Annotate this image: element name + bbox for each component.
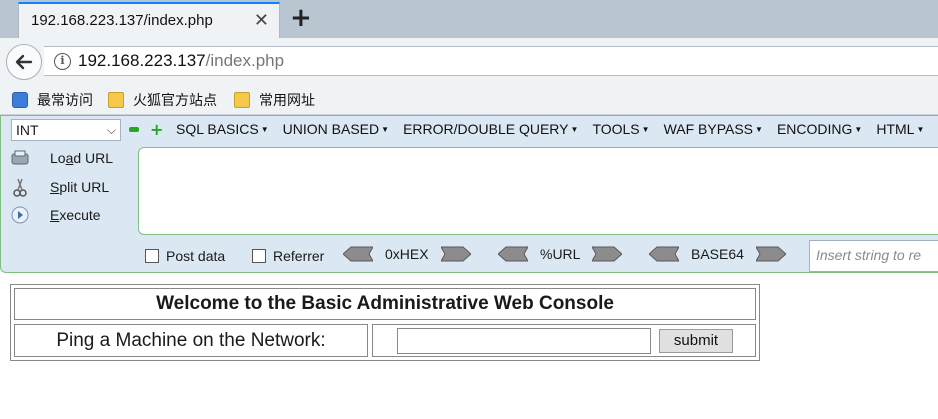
console-table: Welcome to the Basic Administrative Web … <box>10 284 760 361</box>
hex-encoder: 0xHEX <box>343 246 471 262</box>
menu-label: ERROR/DOUBLE QUERY <box>403 121 569 137</box>
dropdown-arrow-icon: ▼ <box>916 125 925 134</box>
bookmark-most-visited[interactable]: 最常访问 <box>12 90 93 110</box>
site-info-icon[interactable]: i <box>54 53 71 70</box>
bookmark-firefox-official[interactable]: 火狐官方站点 <box>108 90 217 110</box>
url-host: 192.168.223.137 <box>78 51 206 70</box>
ping-label: Ping a Machine on the Network: <box>14 324 368 357</box>
checkbox-box[interactable] <box>145 249 159 263</box>
base64-label: BASE64 <box>691 246 744 262</box>
tab-strip: 192.168.223.137/index.php ✕ + <box>0 0 938 38</box>
menu-html[interactable]: HTML ▼ <box>876 121 924 137</box>
label-part: d URL <box>73 150 114 166</box>
hex-encode-arrow-icon[interactable] <box>440 246 471 262</box>
back-button[interactable] <box>6 44 42 80</box>
tab-title: 192.168.223.137/index.php <box>31 12 213 29</box>
label-accesskey: E <box>50 207 60 223</box>
menu-label: HTML <box>876 121 915 137</box>
chevron-down-icon: ⌵ <box>106 123 116 137</box>
increase-icon[interactable]: + <box>150 122 163 138</box>
select-value: INT <box>16 122 39 138</box>
dropdown-arrow-icon: ▼ <box>381 125 390 134</box>
dropdown-arrow-icon: ▼ <box>570 125 579 134</box>
nav-bar: i 192.168.223.137/index.php <box>0 38 938 84</box>
hex-decode-arrow-icon[interactable] <box>343 246 373 262</box>
load-url-button[interactable]: Load URL <box>11 147 131 169</box>
folder-icon <box>234 92 250 108</box>
submit-button[interactable]: submit <box>659 329 733 353</box>
page-title: Welcome to the Basic Administrative Web … <box>14 288 756 320</box>
hex-label: 0xHEX <box>385 246 429 262</box>
label-part: xecute <box>59 207 101 223</box>
checkbox-box[interactable] <box>252 249 266 263</box>
menu-label: ENCODING <box>776 121 853 137</box>
url-decode-arrow-icon[interactable] <box>498 246 528 262</box>
url-bar[interactable]: i 192.168.223.137/index.php <box>44 46 938 76</box>
execute-button[interactable]: Execute <box>11 204 131 226</box>
execute-label: Execute <box>50 207 101 223</box>
close-tab-icon[interactable]: ✕ <box>254 10 269 31</box>
scissors-icon <box>11 178 29 197</box>
hackbar-options-row: Post data Referrer 0xHEX %URL BASE64 Ins… <box>1 240 938 272</box>
split-url-button[interactable]: Split URL <box>11 176 131 198</box>
bookmark-label: 火狐官方站点 <box>133 93 217 109</box>
dropdown-arrow-icon: ▼ <box>260 125 269 134</box>
bookmark-label: 最常访问 <box>37 93 93 109</box>
split-url-label: Split URL <box>50 179 109 195</box>
menu-label: TOOLS <box>592 121 640 137</box>
browser-tab[interactable]: 192.168.223.137/index.php ✕ <box>18 2 280 38</box>
hackbar-menu: SQL BASICS ▼ UNION BASED ▼ ERROR/DOUBLE QU… <box>176 121 924 137</box>
url-text: 192.168.223.137/index.php <box>78 51 284 71</box>
url-encode-label: %URL <box>540 246 581 262</box>
bookmark-common-sites[interactable]: 常用网址 <box>234 90 315 110</box>
decrease-icon[interactable] <box>129 127 139 132</box>
post-data-checkbox[interactable]: Post data <box>145 248 225 264</box>
menu-sql-basics[interactable]: SQL BASICS ▼ <box>176 121 269 137</box>
dropdown-arrow-icon: ▼ <box>755 125 763 134</box>
post-data-label: Post data <box>166 248 226 264</box>
most-visited-icon <box>12 92 28 108</box>
injection-type-select[interactable]: INT ⌵ <box>11 119 121 141</box>
bookmarks-bar: 最常访问 火狐官方站点 常用网址 <box>0 84 938 115</box>
menu-tools[interactable]: TOOLS ▼ <box>592 121 649 137</box>
folder-icon <box>108 92 124 108</box>
label-part: Lo <box>50 150 66 166</box>
insert-string-input[interactable]: Insert string to re <box>809 240 938 272</box>
load-url-label: Load URL <box>50 150 113 166</box>
ping-address-input[interactable] <box>397 328 651 354</box>
menu-union-based[interactable]: UNION BASED ▼ <box>283 121 389 137</box>
menu-error-double-query[interactable]: ERROR/DOUBLE QUERY ▼ <box>403 121 578 137</box>
label-accesskey: S <box>50 179 60 195</box>
menu-label: WAF BYPASS <box>663 121 754 137</box>
label-part: plit URL <box>59 179 110 195</box>
menu-label: SQL BASICS <box>176 121 259 137</box>
bookmark-label: 常用网址 <box>259 93 315 109</box>
url-path: /index.php <box>205 51 285 70</box>
hackbar-panel: INT ⌵ + SQL BASICS ▼ UNION BASED ▼ ERROR/D… <box>0 115 938 273</box>
new-tab-icon[interactable]: + <box>290 3 312 33</box>
menu-waf-bypass[interactable]: WAF BYPASS ▼ <box>664 121 763 137</box>
referrer-checkbox[interactable]: Referrer <box>252 248 324 264</box>
base64-decode-arrow-icon[interactable] <box>649 246 679 262</box>
back-arrow-icon <box>15 54 33 70</box>
menu-encoding[interactable]: ENCODING ▼ <box>777 121 862 137</box>
url-textarea[interactable] <box>138 147 938 235</box>
dropdown-arrow-icon: ▼ <box>854 125 863 134</box>
base64-encode-arrow-icon[interactable] <box>755 246 786 262</box>
dropdown-arrow-icon: ▼ <box>641 125 650 134</box>
load-url-icon <box>11 149 29 167</box>
url-encoder: %URL <box>498 246 623 262</box>
menu-label: UNION BASED <box>282 121 380 137</box>
url-encode-arrow-icon[interactable] <box>592 246 623 262</box>
referrer-label: Referrer <box>273 248 325 264</box>
ping-form-cell: submit <box>372 324 756 357</box>
play-icon <box>11 206 29 224</box>
base64-encoder: BASE64 <box>649 246 786 262</box>
